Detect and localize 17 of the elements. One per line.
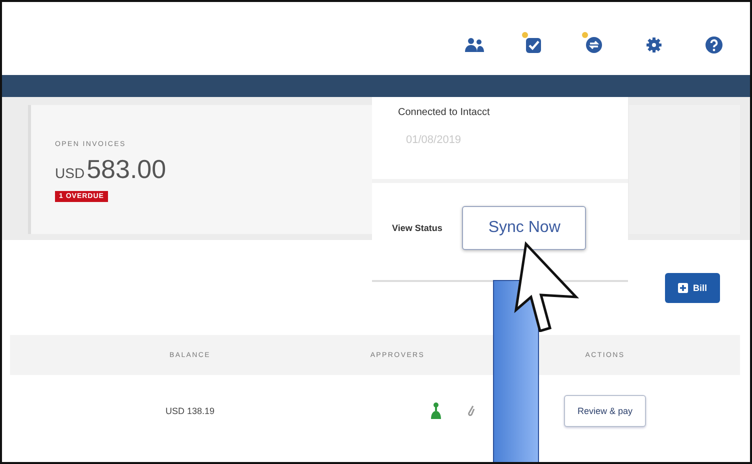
sync-now-button[interactable]: Sync Now: [462, 206, 586, 250]
notification-dot: [582, 32, 588, 38]
sync-icon[interactable]: [585, 36, 603, 54]
settings-icon[interactable]: [646, 36, 662, 52]
balance-cell-text: USD 138.19: [164, 406, 216, 416]
people-icon[interactable]: [463, 36, 485, 52]
currency-label: USD: [55, 165, 85, 181]
view-status-link[interactable]: View Status: [392, 222, 442, 232]
help-icon[interactable]: [705, 36, 723, 54]
notification-dot: [522, 32, 528, 38]
review-pay-button[interactable]: Review & pay: [564, 395, 646, 427]
plus-icon: [678, 282, 688, 292]
attachment-icon[interactable]: [467, 405, 475, 417]
amount-total: 583.00: [86, 154, 166, 185]
add-bill-button[interactable]: Bill: [664, 272, 720, 302]
connection-status: Connected to Intacct: [398, 107, 491, 118]
checkbox-icon[interactable]: [525, 36, 543, 54]
